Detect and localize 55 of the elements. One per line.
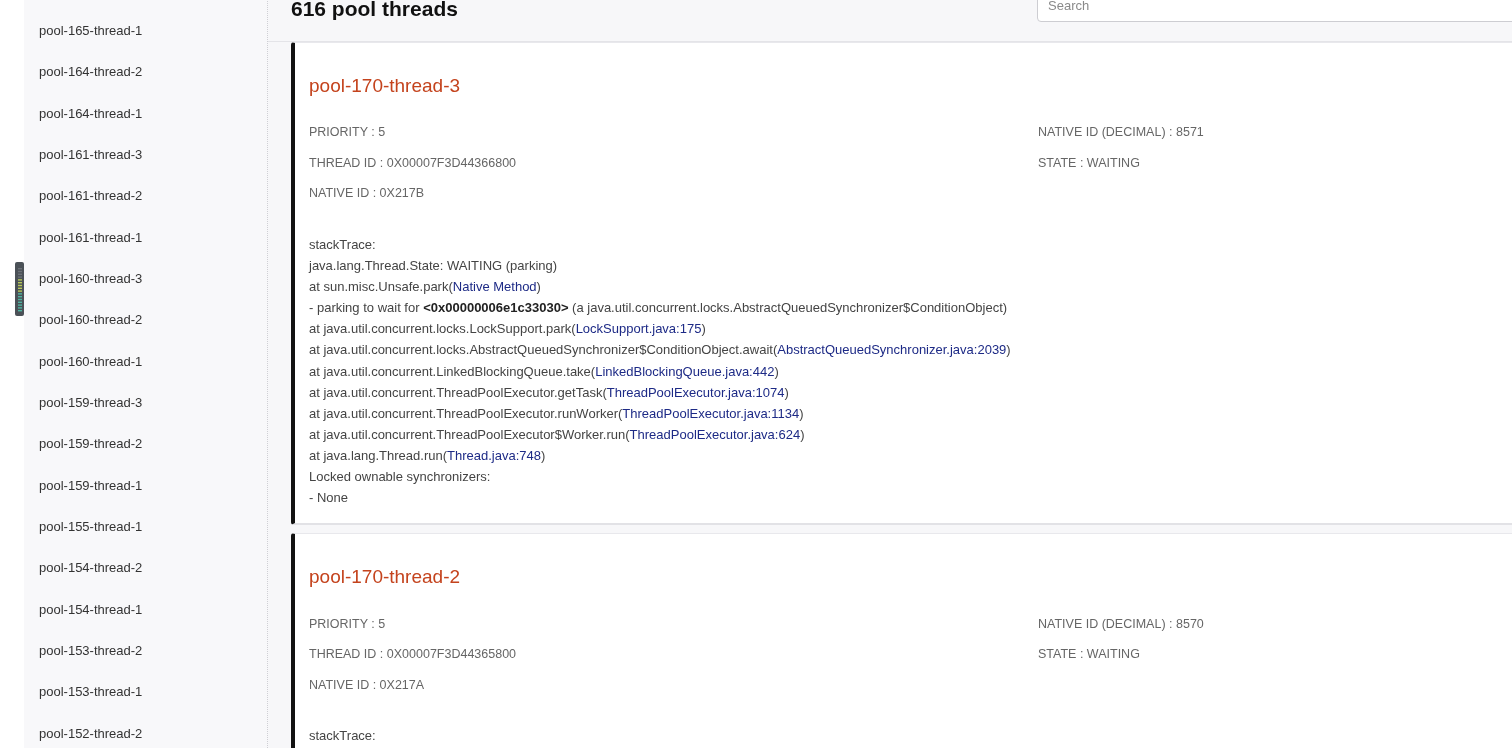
thread-link[interactable]: pool-164-thread-2 — [39, 64, 143, 81]
stack-trace-line: Locked ownable synchronizers: — [309, 469, 491, 486]
stack-trace-line: at java.util.concurrent.LinkedBlockingQueue.take(LinkedBlockingQueue.java:442) — [309, 363, 779, 380]
stack-trace-line: stackTrace: — [309, 236, 376, 253]
stack-trace-line: at java.util.concurrent.ThreadPoolExecutor$Worker.run(ThreadPoolExecutor.java:624) — [309, 427, 805, 443]
source-link[interactable]: Native Method — [452, 278, 537, 294]
thread-link[interactable]: pool-165-thread-1 — [39, 22, 143, 39]
source-link[interactable]: ThreadPoolExecutor.java:1134 — [622, 405, 800, 421]
thread-link[interactable]: pool-154-thread-1 — [39, 601, 143, 618]
thread-property: NATIVE ID : 0X217A — [309, 677, 425, 693]
stack-trace-line: at java.lang.Thread.run(Thread.java:748) — [309, 448, 546, 465]
level-meter-icon[interactable] — [15, 262, 24, 316]
thread-link[interactable]: pool-155-thread-1 — [39, 519, 143, 536]
source-link[interactable]: LockSupport.java:175 — [575, 321, 702, 337]
thread-link[interactable]: pool-153-thread-2 — [39, 643, 143, 660]
thread-name: pool-170-thread-3 — [309, 73, 462, 97]
thread-link[interactable]: pool-160-thread-2 — [39, 312, 143, 329]
stack-trace-line: java.lang.Thread.State: WAITING (parking) — [309, 257, 558, 274]
search-field[interactable]: Search — [1037, 0, 1512, 22]
thread-property: STATE : WAITING — [1038, 647, 1140, 663]
thread-link[interactable]: pool-154-thread-2 — [39, 560, 143, 577]
thread-link[interactable]: pool-159-thread-2 — [39, 436, 143, 453]
thread-link[interactable]: pool-160-thread-1 — [39, 353, 143, 370]
thread-property: PRIORITY : 5 — [309, 125, 386, 141]
source-link[interactable]: LinkedBlockingQueue.java:442 — [595, 363, 775, 379]
thread-link[interactable]: pool-152-thread-2 — [39, 725, 143, 742]
stack-trace-line: - None — [309, 490, 349, 507]
thread-link[interactable]: pool-161-thread-2 — [39, 188, 143, 205]
page-title: 616 pool threads — [291, 0, 458, 21]
stack-trace-line: stackTrace: — [309, 728, 376, 744]
source-link[interactable]: ThreadPoolExecutor.java:624 — [629, 427, 801, 442]
source-link[interactable]: ThreadPoolExecutor.java:1074 — [606, 384, 785, 400]
stack-trace-line: at java.util.concurrent.ThreadPoolExecutor.runWorker(ThreadPoolExecutor.java:1134) — [309, 405, 804, 422]
thread-link[interactable]: pool-164-thread-1 — [39, 105, 143, 122]
thread-link[interactable]: pool-161-thread-1 — [39, 229, 143, 246]
source-link[interactable]: AbstractQueuedSynchronizer.java:2039 — [777, 342, 1007, 358]
stack-trace-line: at sun.misc.Unsafe.park(Native Method) — [309, 278, 541, 295]
thread-property: STATE : WAITING — [1038, 155, 1140, 171]
thread-property: THREAD ID : 0X00007F3D44365800 — [309, 647, 517, 663]
stack-trace-line: - parking to wait for <0x00000006e1c33030> (a java.util.concurrent.locks.AbstractQueuedSynchronizer$ConditionObject) — [309, 300, 1008, 317]
stack-trace-line: at java.util.concurrent.ThreadPoolExecutor.getTask(ThreadPoolExecutor.java:1074) — [309, 384, 789, 401]
stack-trace-line: at java.util.concurrent.locks.LockSupport.park(LockSupport.java:175) — [309, 321, 706, 338]
thread-link[interactable]: pool-159-thread-1 — [39, 477, 143, 494]
thread-link[interactable]: pool-153-thread-1 — [39, 684, 143, 701]
thread-property: NATIVE ID (DECIMAL) : 8571 — [1038, 125, 1204, 141]
source-link[interactable]: Thread.java:748 — [447, 448, 541, 464]
thread-property: THREAD ID : 0X00007F3D44366800 — [309, 155, 517, 171]
thread-link[interactable]: pool-160-thread-3 — [39, 271, 143, 288]
stack-trace-line: at java.util.concurrent.locks.AbstractQueuedSynchronizer$ConditionObject.await(AbstractQueuedSynchronizer.java:2039) — [309, 342, 1011, 359]
thread-property: NATIVE ID : 0X217B — [309, 186, 425, 202]
thread-property: NATIVE ID (DECIMAL) : 8570 — [1038, 616, 1204, 632]
thread-property: PRIORITY : 5 — [309, 616, 386, 632]
thread-link[interactable]: pool-161-thread-3 — [39, 147, 143, 163]
thread-link[interactable]: pool-159-thread-3 — [39, 395, 143, 412]
thread-name: pool-170-thread-2 — [309, 564, 462, 588]
